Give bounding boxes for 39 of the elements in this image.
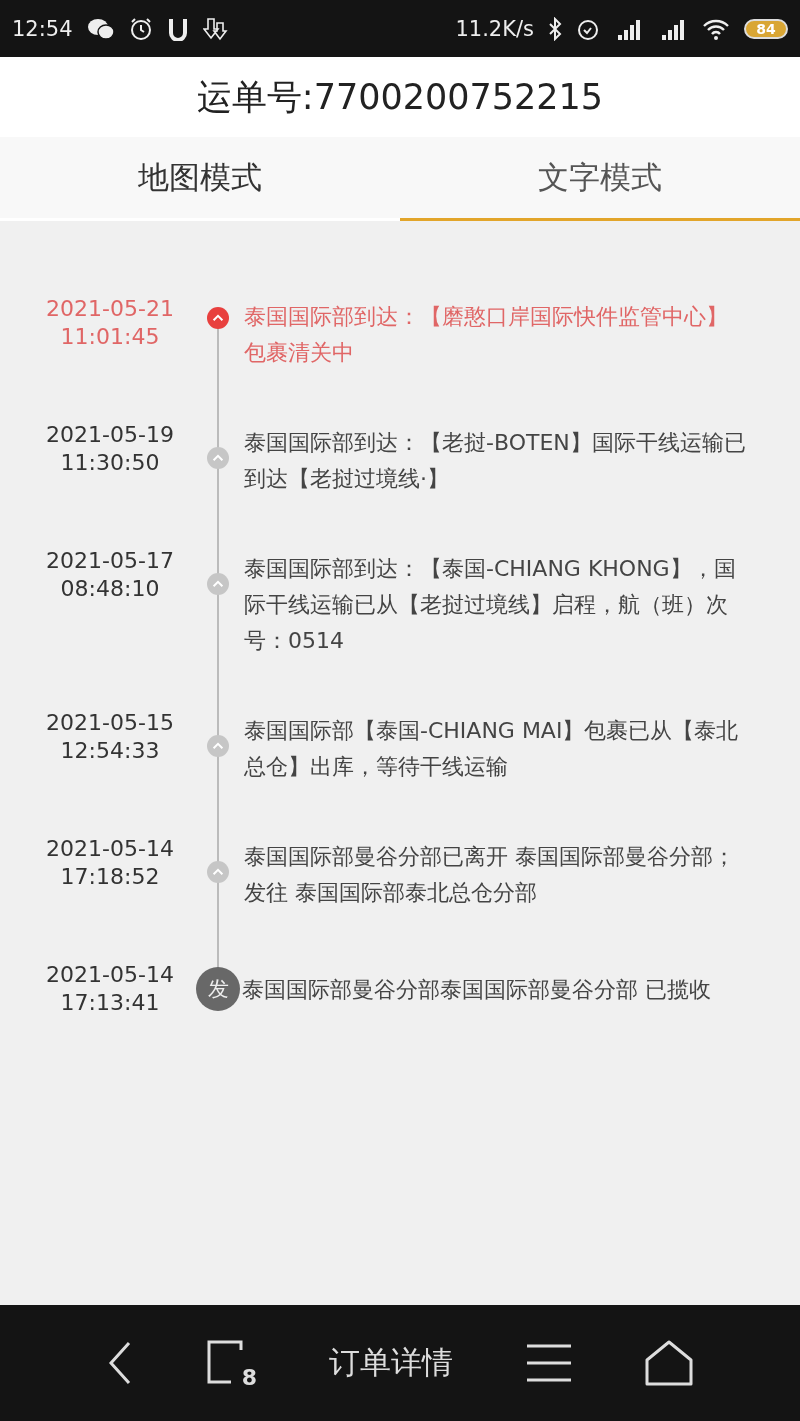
event-time: 11:01:45 xyxy=(59,323,161,351)
home-icon[interactable] xyxy=(645,1340,693,1386)
event-description: 泰国国际部【泰国-CHIANG MAI】包裹已从【泰北总仓】出库，等待干线运输 xyxy=(244,717,740,781)
bluetooth-icon xyxy=(548,16,562,41)
event-date: 2021-05-14 xyxy=(45,961,175,989)
waybill-title: 运单号:7700200752215 xyxy=(196,75,604,119)
download-icon xyxy=(202,16,229,41)
event-time: 12:54:33 xyxy=(59,737,161,765)
network-speed: 11.2K/s xyxy=(455,16,534,41)
tabs-button[interactable]: 8 xyxy=(207,1340,255,1386)
status-icon xyxy=(207,573,229,595)
event-date: 2021-05-15 xyxy=(45,709,175,737)
event-date: 2021-05-19 xyxy=(45,421,175,449)
menu-icon[interactable] xyxy=(527,1343,571,1383)
page-title: 订单详情 xyxy=(329,1343,453,1382)
status-icon xyxy=(207,735,229,757)
mode-tab[interactable]: 地图模式 xyxy=(0,137,400,221)
mode-tab[interactable]: 文字模式 xyxy=(400,137,800,221)
current-status-icon xyxy=(207,307,229,329)
origin-badge: 发 xyxy=(196,967,240,1011)
clock-time: 12:54 xyxy=(12,16,73,41)
event-time: 17:13:41 xyxy=(59,989,161,1017)
chat-icon xyxy=(86,16,115,41)
event-description: 泰国国际部到达：【泰国-CHIANG KHONG】，国际干线运输已从【老挝过境线】启程，航（班）次号：0514 xyxy=(244,555,737,655)
wifi-icon xyxy=(702,17,730,40)
event-date: 2021-05-21 xyxy=(45,295,175,323)
status-icon xyxy=(207,861,229,883)
event-description: 泰国国际部到达：【磨憨口岸国际快件监管中心】包裹清关中 xyxy=(244,303,729,367)
back-icon[interactable] xyxy=(107,1341,133,1385)
event-time: 11:30:50 xyxy=(59,449,161,477)
event-date: 2021-05-17 xyxy=(45,547,175,575)
event-description: 泰国国际部到达：【老挝-BOTEN】国际干线运输已到达【老挝过境线·】 xyxy=(244,429,747,493)
event-time: 17:18:52 xyxy=(59,863,161,891)
event-time: 08:48:10 xyxy=(59,575,161,603)
battery-icon: 84 xyxy=(744,18,788,39)
event-description: 泰国国际部曼谷分部已离开 泰国国际部曼谷分部；发往 泰国国际部泰北总仓分部 xyxy=(244,843,736,907)
status-icon xyxy=(207,447,229,469)
event-description: 泰国国际部曼谷分部泰国国际部曼谷分部 已揽收 xyxy=(242,976,712,1004)
event-date: 2021-05-14 xyxy=(45,835,175,863)
